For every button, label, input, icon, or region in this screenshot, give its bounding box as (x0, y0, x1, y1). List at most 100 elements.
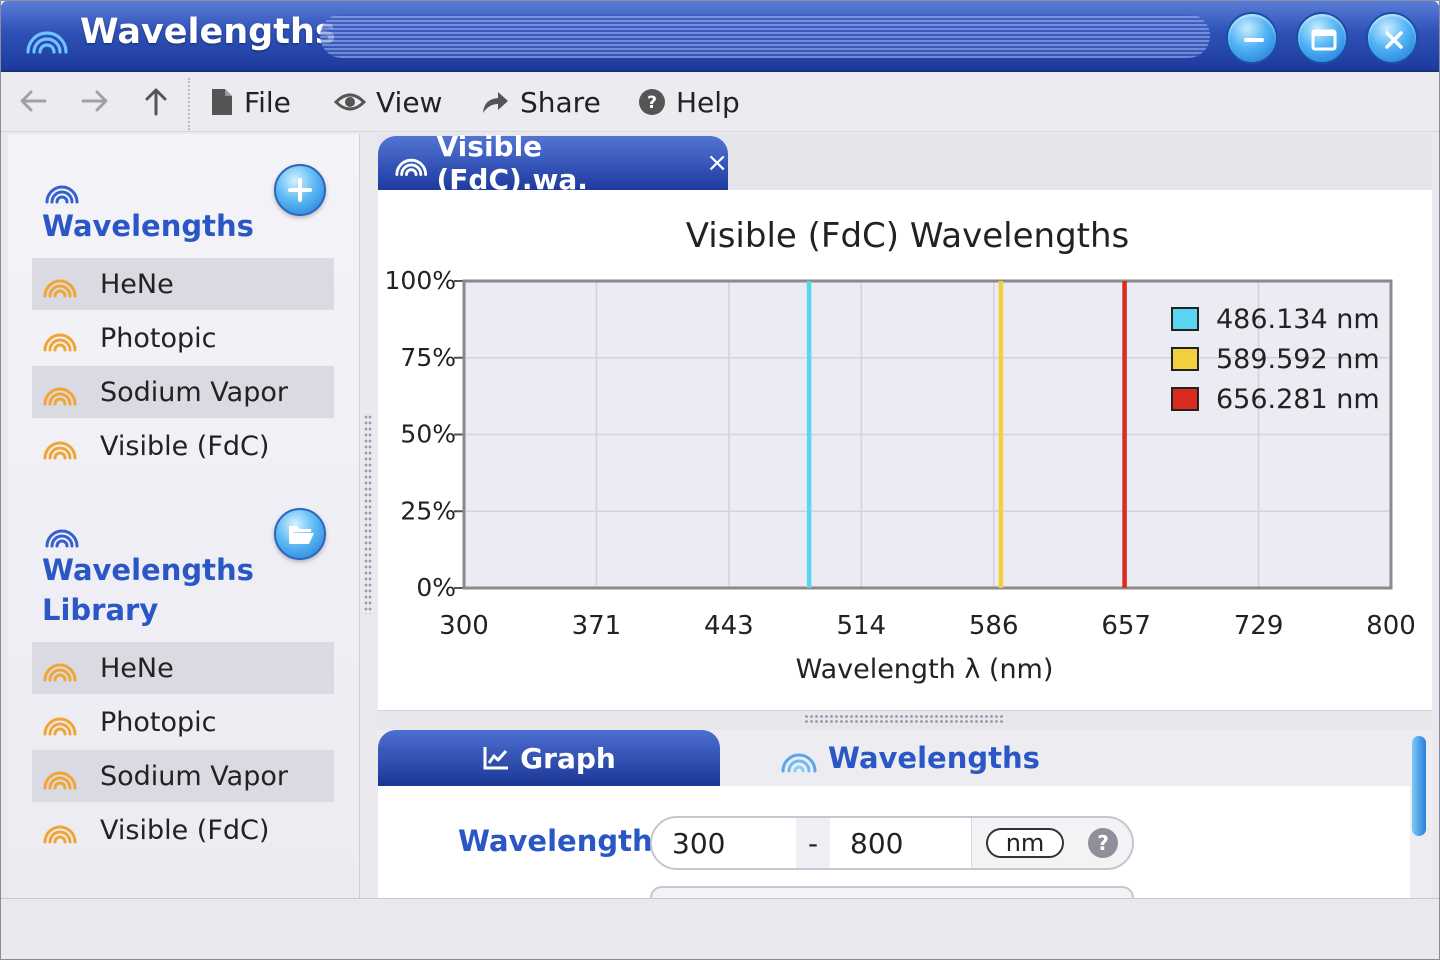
sidebar-item-visible-fdc[interactable]: Visible (FdC) (32, 420, 334, 472)
eye-icon (334, 93, 366, 111)
rainbow-app-icon (26, 31, 68, 54)
y-tick-label: 100% (385, 266, 456, 295)
document-tab-label: Visible (FdC).wa. (436, 130, 588, 196)
rainbow-icon (43, 825, 77, 844)
legend-label: 589.592 nm (1216, 344, 1380, 375)
library-item-photopic[interactable]: Photopic (32, 696, 334, 748)
rainbow-icon (43, 771, 77, 790)
wavelength-max-input[interactable]: 800 (830, 818, 972, 868)
library-section-title: Wavelengths (42, 553, 254, 587)
library-section-title-line2: Library (42, 593, 159, 627)
file-menu-label: File (244, 85, 291, 119)
help-menu-label: Help (676, 85, 740, 119)
document-icon (212, 89, 232, 115)
library-item-hene[interactable]: HeNe (32, 642, 334, 694)
x-tick-label: 586 (969, 611, 1019, 641)
sidebar-item-label: HeNe (100, 268, 174, 300)
wavelength-min-input[interactable]: 300 (652, 818, 796, 868)
rainbow-icon (43, 387, 77, 406)
back-arrow-icon[interactable] (18, 88, 48, 114)
legend-label: 486.134 nm (1216, 304, 1380, 335)
y-tick-label: 0% (416, 573, 456, 602)
legend-swatch (1171, 347, 1199, 371)
close-button[interactable] (1366, 12, 1418, 64)
x-tick-label: 514 (836, 611, 886, 641)
y-tick-label: 25% (400, 496, 456, 525)
svg-text:?: ? (647, 93, 657, 113)
help-menu[interactable]: ? Help (638, 84, 740, 120)
rainbow-icon (43, 279, 77, 298)
share-menu-label: Share (520, 85, 601, 119)
title-bar-grip[interactable] (320, 14, 1210, 58)
x-tick-label: 729 (1234, 611, 1284, 641)
forward-arrow-icon[interactable] (80, 88, 110, 114)
add-wavelength-button[interactable] (274, 164, 326, 216)
maximize-button[interactable] (1296, 12, 1348, 64)
rainbow-section-icon (45, 529, 79, 548)
document-tab[interactable]: Visible (FdC).wa. × (378, 130, 728, 196)
up-arrow-icon[interactable] (142, 86, 170, 116)
rainbow-icon (43, 441, 77, 460)
rainbow-tab-icon (395, 158, 428, 176)
wavelength-range-field: 300 - 800 nm ? (650, 816, 1134, 870)
rainbow-icon (781, 753, 817, 773)
share-icon (483, 92, 508, 113)
sidebar-item-label: Sodium Vapor (100, 376, 288, 408)
x-tick-label: 657 (1101, 611, 1151, 641)
sidebar-item-label: Visible (FdC) (100, 430, 270, 462)
close-icon (1385, 31, 1403, 49)
open-library-button[interactable] (274, 508, 326, 560)
wavelength-chart: Visible (FdC) Wavelengths 300 371 443 514 586… (385, 216, 1416, 685)
legend-swatch (1171, 387, 1199, 411)
status-bar (0, 898, 1440, 960)
library-item-label: Photopic (100, 706, 217, 738)
tab-wavelengths[interactable]: Wavelengths (780, 736, 1040, 780)
chart-panel: Visible (FdC) Wavelengths 300 371 443 514 586… (378, 190, 1432, 710)
sidebar-item-hene[interactable]: HeNe (32, 258, 334, 310)
legend-swatch (1171, 307, 1199, 331)
library-item-sodium-vapor[interactable]: Sodium Vapor (32, 750, 334, 802)
toolbar-separator (188, 78, 190, 130)
sidebar-section-title: Wavelengths (42, 209, 254, 243)
share-menu[interactable]: Share (480, 84, 601, 120)
file-menu[interactable]: File (210, 84, 291, 120)
view-menu-label: View (376, 85, 443, 119)
help-icon: ? (639, 89, 665, 115)
library-item-visible-fdc[interactable]: Visible (FdC) (32, 804, 334, 856)
tab-graph[interactable]: Graph (378, 730, 720, 786)
folder-open-icon (289, 526, 314, 544)
tab-wavelengths-label: Wavelengths (828, 741, 1040, 775)
window-title: Wavelengths (80, 12, 336, 52)
sidebar-splitter[interactable] (364, 414, 372, 614)
minimize-icon (1244, 38, 1264, 42)
view-menu[interactable]: View (334, 84, 442, 120)
rainbow-section-icon (45, 185, 79, 204)
library-item-label: HeNe (100, 652, 174, 684)
rainbow-icon (43, 717, 77, 736)
x-tick-label: 300 (439, 611, 489, 641)
unit-select[interactable]: nm (986, 828, 1064, 858)
rainbow-icon (43, 333, 77, 352)
rainbow-icon (43, 663, 77, 682)
chart-title: Visible (FdC) Wavelengths (686, 216, 1130, 256)
splitter-grip[interactable] (804, 714, 1004, 724)
x-axis-label: Wavelength λ (nm) (796, 654, 1054, 685)
plus-icon (288, 178, 312, 202)
tab-close-icon[interactable]: × (706, 148, 728, 178)
legend-label: 656.281 nm (1216, 384, 1380, 415)
x-tick-label: 443 (704, 611, 754, 641)
scrollbar-thumb[interactable] (1412, 736, 1426, 836)
tab-graph-label: Graph (520, 741, 616, 775)
sidebar-item-photopic[interactable]: Photopic (32, 312, 334, 364)
wavelength-label: Wavelength (458, 824, 653, 858)
x-tick-label: 371 (572, 611, 622, 641)
next-range-field (650, 886, 1134, 898)
maximize-icon (1311, 29, 1337, 51)
y-tick-label: 50% (400, 420, 456, 449)
minimize-button[interactable] (1226, 12, 1278, 64)
sidebar-item-label: Photopic (100, 322, 217, 354)
range-dash: - (796, 818, 830, 868)
x-tick-label: 800 (1366, 611, 1416, 641)
help-icon[interactable]: ? (1088, 828, 1118, 858)
sidebar-item-sodium-vapor[interactable]: Sodium Vapor (32, 366, 334, 418)
